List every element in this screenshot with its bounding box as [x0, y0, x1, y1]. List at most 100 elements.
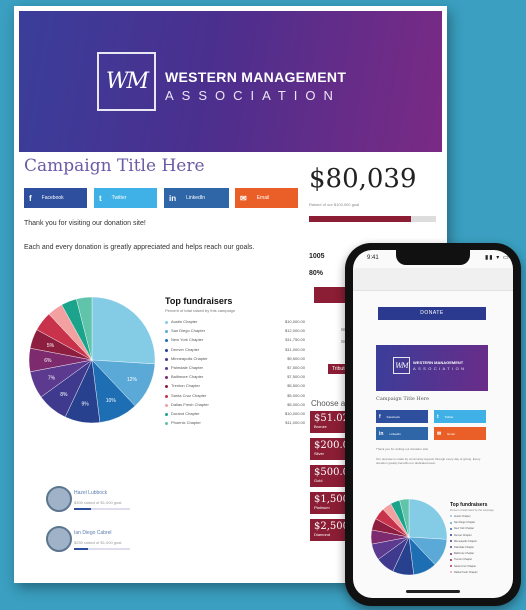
- phone-chapter-name: Santa Cruz Chapter: [454, 564, 477, 568]
- fundraiser-progress-bar: [74, 548, 130, 550]
- fundraiser-list-row: Palmdale Chapter $7,500.00: [165, 365, 305, 373]
- pie-slice-label: 9%: [81, 402, 89, 408]
- fundraiser-chapter-name: Dallas Fresh Chapter: [171, 401, 209, 407]
- legend-swatch: [165, 385, 168, 389]
- phone-chapter-name: Denver Chapter: [454, 533, 472, 537]
- phone-fundraiser-row: Minneapolis Chapter: [450, 540, 477, 543]
- phone-share-email-button[interactable]: ✉ Email: [434, 427, 486, 440]
- logo-name-line2: ASSOCIATION: [165, 88, 341, 103]
- phone-chapter-name: Palmdale Chapter: [454, 546, 475, 549]
- email-icon: ✉: [240, 193, 247, 203]
- fundraiser-list-row: Santa Cruz Chapter $5,000.00: [165, 393, 305, 401]
- campaign-progress-bar: [309, 216, 436, 222]
- fundraiser-progress-bar: [74, 508, 130, 510]
- phone-share-twitter-button[interactable]: t Twitter: [434, 410, 486, 423]
- fundraiser-chapter-amount: $9,500.00: [287, 355, 305, 361]
- share-label: Facebook: [41, 195, 64, 201]
- fundraiser-name[interactable]: Hazel Lubbock: [74, 490, 107, 496]
- phone-logo-line2: ASSOCIATION: [413, 366, 467, 371]
- legend-swatch: [165, 357, 168, 361]
- phone-notch: [396, 250, 470, 265]
- fundraiser-list-row: Durand Chapter $10,000.00: [165, 411, 305, 419]
- fundraiser-chapter-amount: $10,000.00: [284, 411, 305, 416]
- phone-pie-chart: [370, 498, 448, 576]
- fundraiser-list-row: New York Chapter $11,750.00: [165, 337, 305, 345]
- fundraiser-list-row: Austin Chapter $10,000.00: [165, 319, 305, 327]
- share-linkedin-button[interactable]: in LinkedIn: [164, 188, 229, 208]
- fundraiser-chapter-amount: $5,000.00: [287, 401, 305, 407]
- fundraiser-chapter-name: Santa Cruz Chapter: [171, 392, 207, 398]
- fundraiser-chapter-amount: $7,500.00: [287, 365, 305, 370]
- fundraiser-chapter-name: Austin Chapter: [171, 319, 198, 324]
- fundraiser-chapter-amount: $11,750.00: [285, 337, 305, 343]
- legend-swatch: [450, 558, 452, 561]
- phone-fundraiser-row: Austin Chapter: [450, 515, 471, 518]
- fundraiser-chapter-name: Trenton Chapter: [171, 383, 200, 389]
- fundraiser-chapter-name: San Diego Chapter: [171, 328, 206, 334]
- phone-screen: 9:41 ▮▮ ▾ ▭ DONATE WM WESTERN MANAGEMENT…: [353, 250, 513, 598]
- phone-donate-button[interactable]: DONATE: [378, 307, 486, 320]
- phone-clock: 9:41: [367, 255, 379, 261]
- phone-chapter-name: Trenton Chapter: [454, 558, 473, 562]
- legend-swatch: [165, 403, 168, 407]
- fundraiser-chapter-amount: $5,500.00: [287, 383, 305, 389]
- fundraiser-chapter-amount: $11,000.00: [285, 420, 305, 426]
- share-twitter-button[interactable]: t Twitter: [94, 188, 157, 208]
- legend-swatch: [165, 367, 168, 370]
- phone-logo-mark: WM: [393, 357, 410, 374]
- phone-chapter-name: Baltimore Chapter: [454, 552, 475, 556]
- legend-swatch: [450, 533, 452, 536]
- logo-name-line1: WESTERN MANAGEMENT: [165, 69, 347, 85]
- phone-share-linkedin-button[interactable]: in LinkedIn: [376, 427, 428, 440]
- fundraiser-list-row: Trenton Chapter $5,500.00: [165, 383, 305, 391]
- phone-logo-line1: WESTERN MANAGEMENT: [413, 360, 464, 365]
- legend-swatch: [450, 527, 452, 530]
- phone-status-icons: ▮▮ ▾ ▭: [485, 255, 510, 261]
- avatar: [46, 486, 72, 512]
- pie-slice-label: 5%: [47, 343, 55, 349]
- phone-fundraiser-row: Denver Chapter: [450, 534, 472, 537]
- legend-swatch: [450, 521, 452, 524]
- legend-swatch: [165, 422, 168, 426]
- fundraiser-progress-fill: [74, 508, 91, 510]
- fundraiser-chapter-amount: $12,000.00: [284, 328, 305, 334]
- campaign-progress-fill: [309, 216, 411, 222]
- phone-thanks-text: Thank you for visiting our donation site…: [376, 447, 429, 451]
- phone-chapter-name: San Diego Chapter: [454, 521, 476, 525]
- fundraiser-chapter-amount: $11,000.00: [285, 346, 305, 352]
- phone-share-facebook-button[interactable]: f Facebook: [376, 410, 428, 423]
- phone-browser-header: [353, 268, 513, 291]
- phone-top-fundraisers-subtitle: Percent of total raised by this campaign: [450, 509, 494, 512]
- pie-slice-label: 10%: [106, 398, 117, 404]
- legend-swatch: [450, 546, 452, 549]
- phone-fundraiser-row: New York Chapter: [450, 527, 474, 530]
- pie-slice-label: 7%: [48, 376, 56, 382]
- phone-header-banner: WM WESTERN MANAGEMENT ASSOCIATION: [376, 345, 488, 391]
- legend-swatch: [165, 330, 168, 334]
- share-label: Twitter: [444, 414, 454, 419]
- phone-fundraiser-row: Dallas Fresh Chapter: [450, 571, 478, 574]
- share-facebook-button[interactable]: f Facebook: [24, 188, 87, 208]
- fundraiser-list-row: San Diego Chapter $12,000.00: [165, 328, 305, 336]
- fundraiser-progress-text: $250 raised of $1,000 goal: [74, 540, 122, 545]
- email-icon: ✉: [437, 430, 442, 437]
- legend-swatch: [165, 376, 168, 380]
- share-label: LinkedIn: [389, 431, 401, 436]
- fundraiser-chapter-name: Denver Chapter: [171, 346, 200, 352]
- donor-count: 1005: [309, 253, 325, 260]
- choose-level-heading: Choose a: [311, 399, 346, 408]
- fundraiser-list-row: Minneapolis Chapter $9,500.00: [165, 356, 305, 364]
- fundraiser-name[interactable]: Ian Diego Cabrel: [74, 530, 112, 536]
- fundraiser-chapter-name: Baltimore Chapter: [171, 374, 204, 380]
- share-label: Email: [256, 195, 270, 201]
- facebook-icon: f: [379, 413, 381, 420]
- phone-top-fundraisers-title: Top fundraisers: [450, 502, 488, 508]
- share-email-button[interactable]: ✉ Email: [235, 188, 298, 208]
- phone-chapter-name: Minneapolis Chapter: [454, 539, 477, 543]
- fundraiser-list-row: Denver Chapter $11,000.00: [165, 347, 305, 355]
- phone-fundraiser-row: Santa Cruz Chapter: [450, 565, 476, 568]
- pie-slice-label: 12%: [127, 377, 138, 383]
- phone-mockup: 9:41 ▮▮ ▾ ▭ DONATE WM WESTERN MANAGEMENT…: [345, 243, 521, 606]
- campaign-title: Campaign Title Here: [24, 156, 205, 176]
- legend-swatch: [165, 394, 168, 398]
